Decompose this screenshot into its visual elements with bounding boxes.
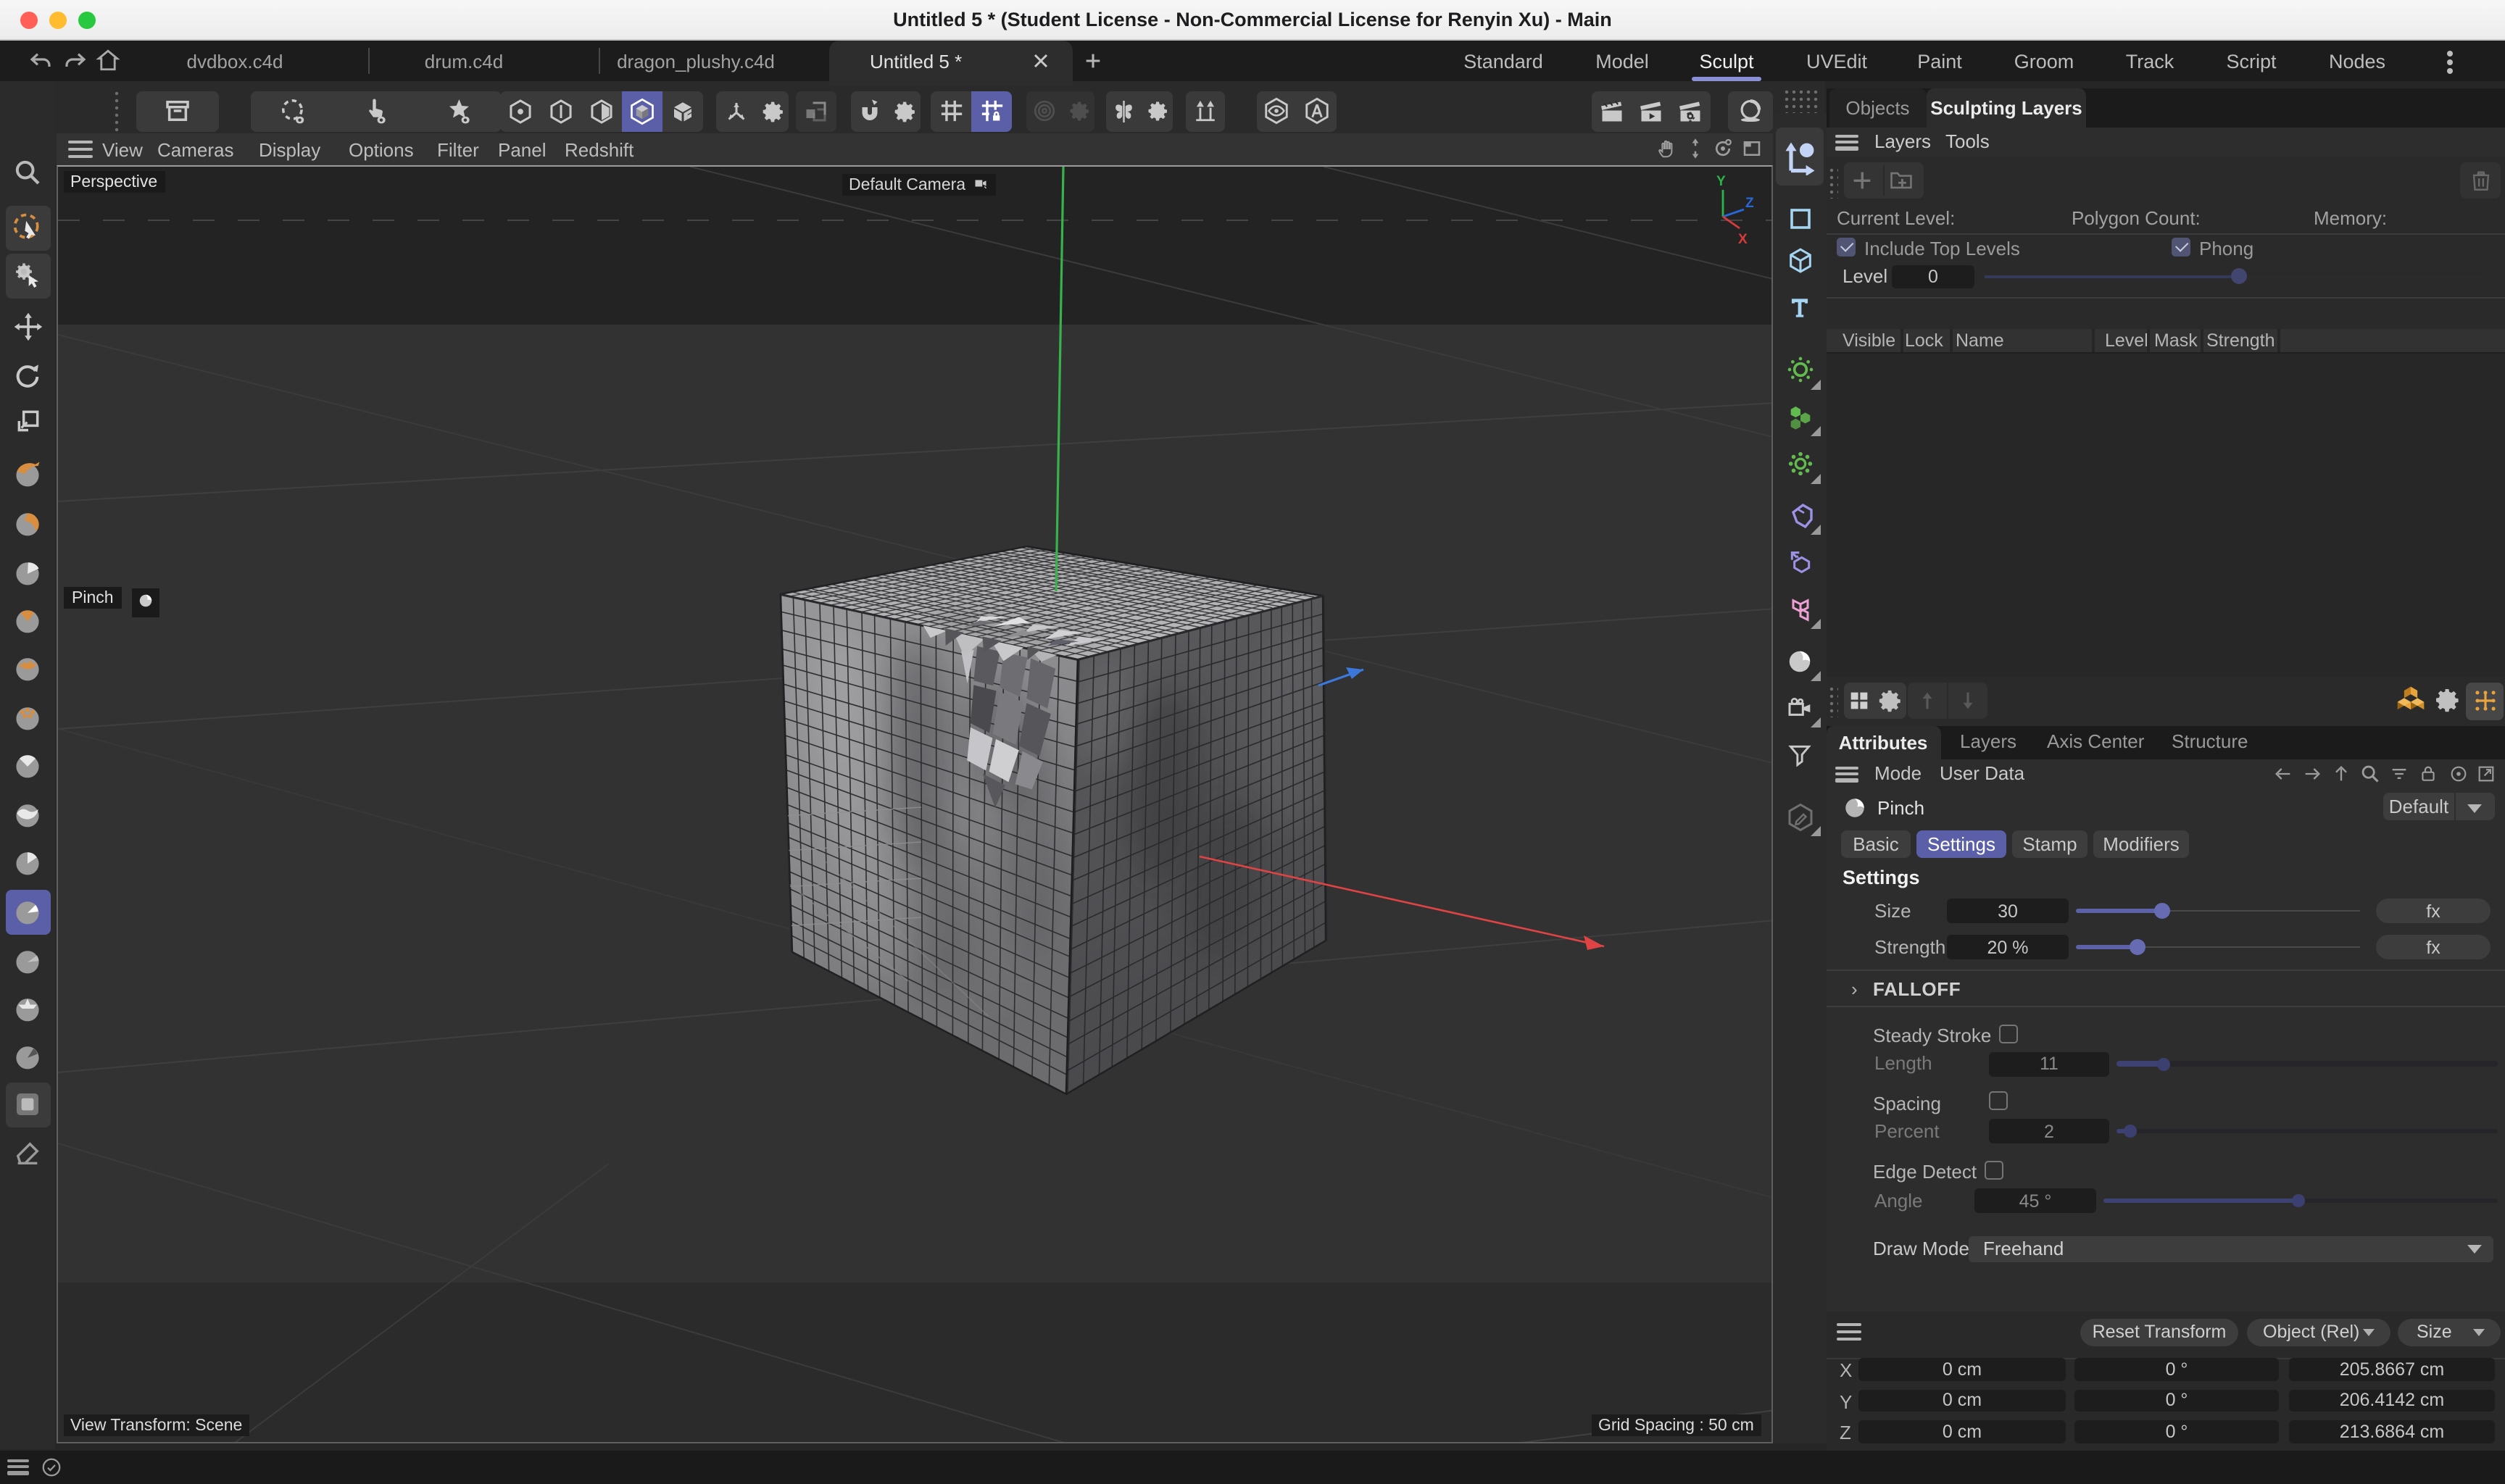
svg-text:Z: Z <box>1745 196 1753 211</box>
svg-text:Y: Y <box>1716 174 1725 189</box>
svg-text:X: X <box>1737 232 1747 245</box>
